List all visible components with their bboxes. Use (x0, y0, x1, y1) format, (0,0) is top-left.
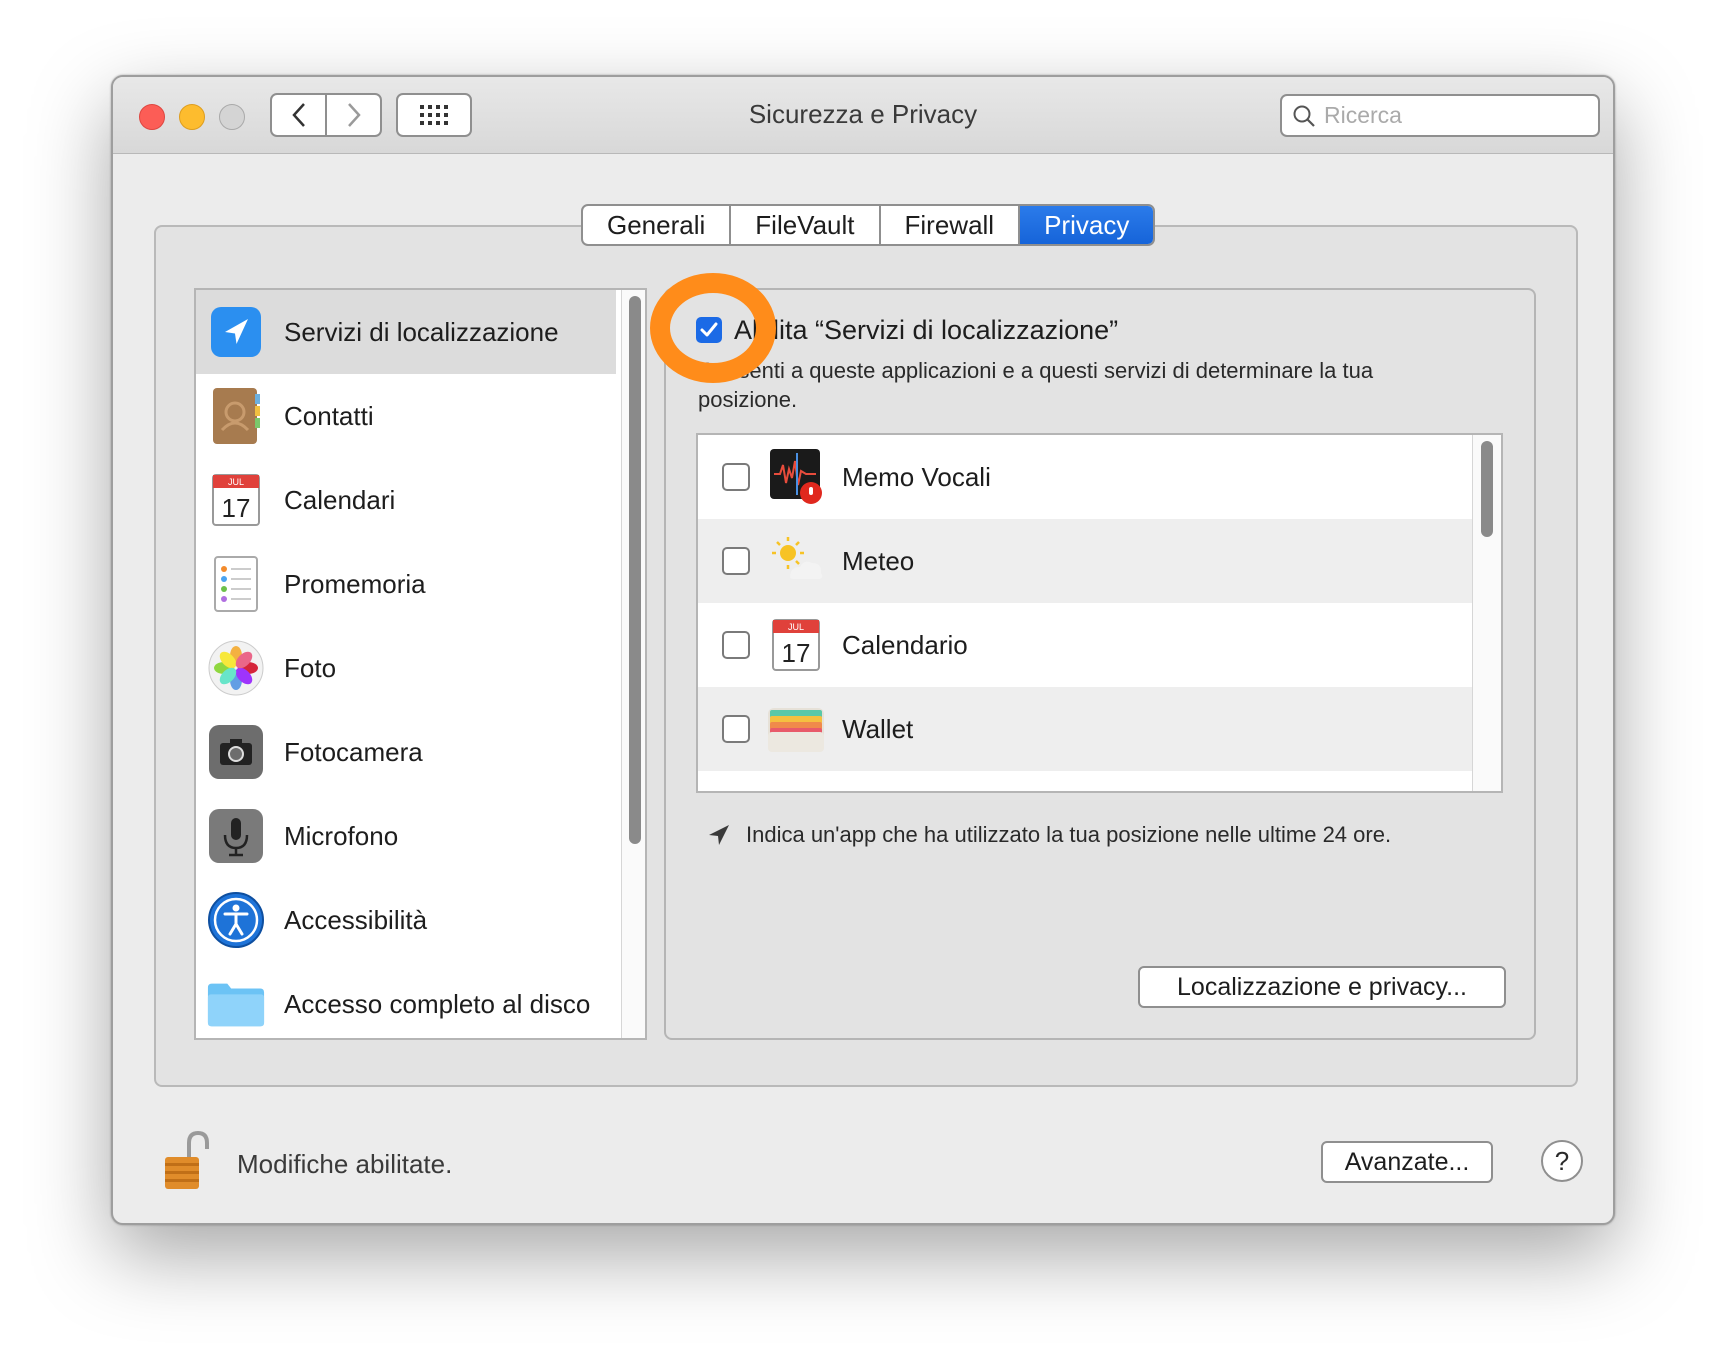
sidebar-item-reminders[interactable]: Promemoria (196, 542, 616, 626)
app-list-scroll-thumb[interactable] (1481, 441, 1493, 537)
unlocked-padlock-icon[interactable] (161, 1129, 215, 1198)
app-name: Wallet (842, 713, 914, 744)
sidebar-item-accessibility[interactable]: Accessibilità (196, 878, 616, 962)
enable-location-label: Abilita “Servizi di localizzazione” (734, 315, 1119, 345)
folder-icon (206, 974, 266, 1034)
tab-bar: Generali FileVault Firewall Privacy (581, 204, 1156, 246)
help-button[interactable]: ? (1541, 1140, 1583, 1182)
sidebar-item-label: Calendari (284, 484, 396, 515)
search-field[interactable]: Ricerca (1280, 94, 1600, 137)
sidebar-item-full-disk-access[interactable]: Accesso completo al disco (196, 962, 616, 1038)
advanced-button[interactable]: Avanzate... (1321, 1141, 1493, 1183)
calendar-day-text: 17 (222, 493, 251, 523)
wallet-icon (764, 697, 828, 761)
location-usage-note: Indica un'app che ha utilizzato la tua p… (706, 822, 1391, 848)
sidebar-scroll-thumb[interactable] (629, 296, 641, 844)
sidebar-item-label: Accesso completo al disco (284, 988, 591, 1019)
sidebar-item-label: Accessibilità (284, 904, 428, 935)
sidebar-item-label: Contatti (284, 400, 374, 431)
tab-generali[interactable]: Generali (583, 206, 732, 244)
sidebar-item-label: Promemoria (284, 568, 426, 599)
calendar-month-text: JUL (788, 622, 804, 632)
sidebar-item-camera[interactable]: Fotocamera (196, 710, 616, 794)
sidebar-item-location-services[interactable]: Servizi di localizzazione (196, 290, 616, 374)
preferences-window: Sicurezza e Privacy Ricerca Generali Fil… (111, 75, 1615, 1225)
camera-icon (206, 722, 266, 782)
voice-memos-checkbox[interactable] (722, 463, 750, 491)
calendar-day-text: 17 (782, 638, 811, 668)
app-name: Meteo (842, 545, 915, 576)
sidebar-item-label: Fotocamera (284, 736, 423, 767)
checkbox-highlight-circle (650, 273, 776, 383)
sidebar-item-contacts[interactable]: Contatti (196, 374, 616, 458)
calendar-month-text: JUL (228, 477, 244, 487)
lock-status-text: Modifiche abilitate. (237, 1149, 453, 1179)
reminders-icon (206, 554, 266, 614)
title-bar: Sicurezza e Privacy Ricerca (113, 77, 1613, 154)
location-arrow-icon (709, 825, 729, 845)
tab-firewall[interactable]: Firewall (881, 206, 1021, 244)
microphone-icon (206, 806, 266, 866)
list-item-weather: Meteo (698, 519, 1472, 603)
app-name: Calendario (842, 629, 968, 660)
sidebar-scrollbar[interactable] (621, 290, 645, 1038)
calendar-checkbox[interactable] (722, 631, 750, 659)
sidebar-item-label: Foto (284, 652, 337, 683)
sidebar-item-microphone[interactable]: Microfono (196, 794, 616, 878)
search-placeholder: Ricerca (1324, 102, 1402, 128)
location-arrow-icon (206, 302, 266, 362)
privacy-category-list: Servizi di localizzazione Contatti JUL 17… (194, 288, 647, 1040)
search-icon (1293, 105, 1315, 127)
tab-filevault[interactable]: FileVault (731, 206, 881, 244)
list-item-partial (698, 771, 1472, 791)
sidebar-item-label: Servizi di localizzazione (284, 316, 559, 347)
photos-icon (206, 638, 266, 698)
voice-memos-icon (764, 445, 828, 509)
app-location-list: Memo Vocali Meteo JUL 17 Calendario Wall… (696, 433, 1503, 793)
accessibility-icon (206, 890, 266, 950)
location-services-panel: Abilita “Servizi di localizzazione” Cons… (664, 288, 1536, 1040)
location-privacy-button[interactable]: Localizzazione e privacy... (1138, 966, 1506, 1008)
location-description: Consenti a queste applicazioni e a quest… (698, 358, 1374, 412)
sidebar-item-label: Microfono (284, 820, 399, 851)
list-item-calendar: JUL 17 Calendario (698, 603, 1472, 687)
weather-icon (764, 529, 828, 593)
tab-privacy[interactable]: Privacy (1020, 206, 1154, 244)
contacts-book-icon (206, 386, 266, 446)
sidebar-item-photos[interactable]: Foto (196, 626, 616, 710)
app-name: Memo Vocali (842, 461, 991, 492)
list-item-wallet: Wallet (698, 687, 1472, 771)
note-text: Indica un'app che ha utilizzato la tua p… (746, 822, 1392, 847)
app-list-scrollbar[interactable] (1472, 435, 1501, 791)
sidebar-item-calendars[interactable]: JUL 17 Calendari (196, 458, 616, 542)
list-item-voice-memos: Memo Vocali (698, 435, 1472, 519)
calendar-icon: JUL 17 (206, 470, 266, 530)
calendar-icon: JUL 17 (764, 613, 828, 677)
wallet-checkbox[interactable] (722, 715, 750, 743)
weather-checkbox[interactable] (722, 547, 750, 575)
